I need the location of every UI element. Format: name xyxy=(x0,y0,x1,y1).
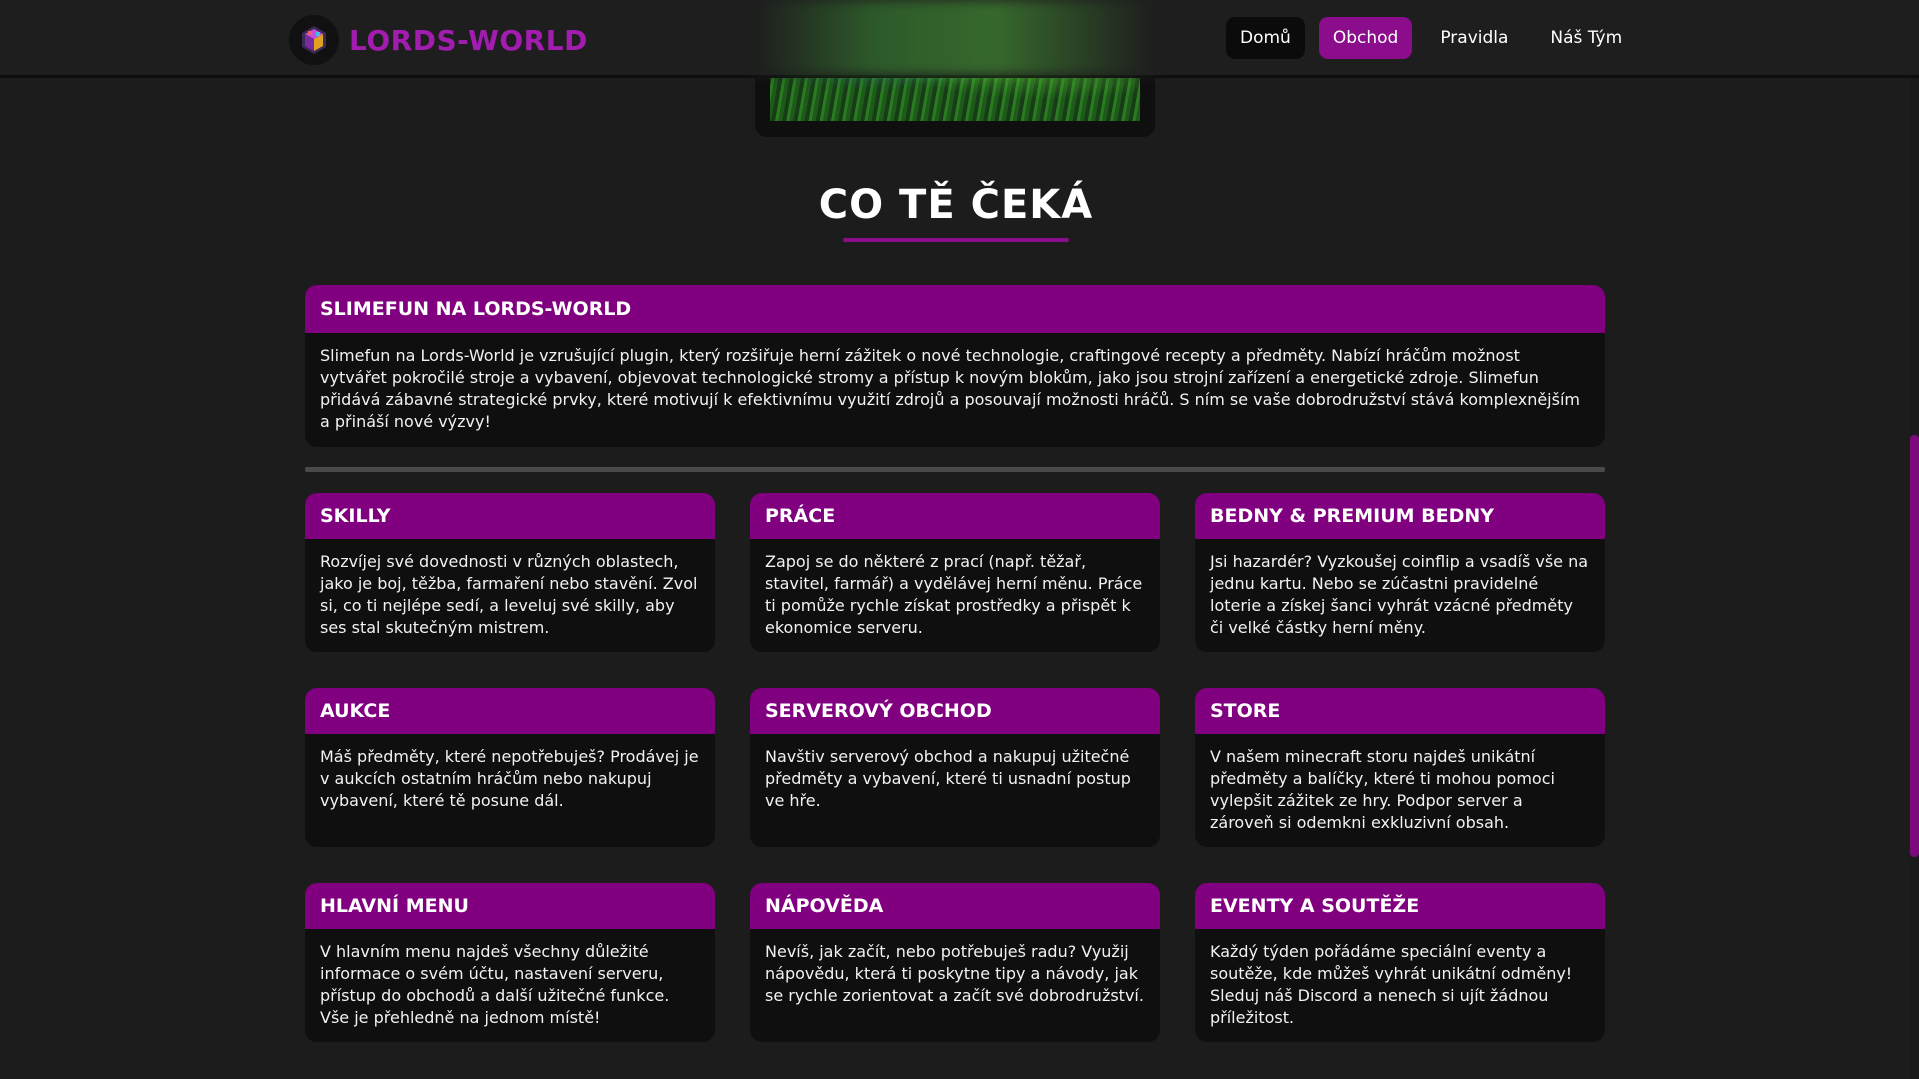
card-text: V hlavním menu najdeš všechny důležité i… xyxy=(320,942,670,1027)
card-text: Slimefun na Lords-World je vzrušující pl… xyxy=(320,346,1580,431)
card-title: EVENTY A SOUTĚŽE xyxy=(1195,883,1605,929)
card-text: Navštiv serverový obchod a nakupuj užite… xyxy=(765,747,1131,810)
card-text: Nevíš, jak začít, nebo potřebuješ radu? … xyxy=(765,942,1144,1005)
card-title: NÁPOVĚDA xyxy=(750,883,1160,929)
section-divider xyxy=(305,467,1605,472)
card-text: Jsi hazardér? Vyzkoušej coinflip a vsadí… xyxy=(1210,552,1589,637)
card-text: Každý týden pořádáme speciální eventy a … xyxy=(1210,942,1573,1027)
nav-shop[interactable]: Obchod xyxy=(1318,17,1413,59)
brand[interactable]: LORDS-WORLD xyxy=(289,15,588,65)
card-text: Zapoj se do některé z prací (např. těžař… xyxy=(765,552,1143,637)
card-text: Máš předměty, které nepotřebuješ? Prodáv… xyxy=(320,747,699,810)
card-title: SERVEROVÝ OBCHOD xyxy=(750,688,1160,734)
feature-card-store: STORE V našem minecraft storu najdeš uni… xyxy=(1195,688,1605,847)
section-title: CO TĚ ČEKÁ xyxy=(818,182,1094,228)
feature-card-slimefun: SLIMEFUN NA LORDS-WORLD Slimefun na Lord… xyxy=(305,285,1605,447)
card-title: SLIMEFUN NA LORDS-WORLD xyxy=(305,285,1605,333)
nav-rules[interactable]: Pravidla xyxy=(1426,17,1522,59)
lords-world-logo-icon xyxy=(289,15,339,65)
scrollbar-thumb[interactable] xyxy=(1910,435,1919,857)
feature-card-aukce: AUKCE Máš předměty, které nepotřebuješ? … xyxy=(305,688,715,847)
nav-home[interactable]: Domů xyxy=(1226,17,1305,59)
card-title: AUKCE xyxy=(305,688,715,734)
nav-team[interactable]: Náš Tým xyxy=(1536,17,1636,59)
feature-card-serverovy-obchod: SERVEROVÝ OBCHOD Navštiv serverový obcho… xyxy=(750,688,1160,847)
feature-card-bedny: BEDNY & PREMIUM BEDNY Jsi hazardér? Vyzk… xyxy=(1195,493,1605,652)
hero-image-overlap xyxy=(755,0,1155,75)
feature-card-eventy: EVENTY A SOUTĚŽE Každý týden pořádáme sp… xyxy=(1195,883,1605,1042)
nav-links: Domů Obchod Pravidla Náš Tým xyxy=(1226,17,1636,59)
card-title: HLAVNÍ MENU xyxy=(305,883,715,929)
title-underline xyxy=(843,238,1069,242)
feature-card-skilly: SKILLY Rozvíjej své dovednosti v různých… xyxy=(305,493,715,652)
card-text: Rozvíjej své dovednosti v různých oblast… xyxy=(320,552,698,637)
brand-name: LORDS-WORLD xyxy=(349,23,588,57)
card-title: PRÁCE xyxy=(750,493,1160,539)
feature-card-hlavni-menu: HLAVNÍ MENU V hlavním menu najdeš všechn… xyxy=(305,883,715,1042)
feature-card-prace: PRÁCE Zapoj se do některé z prací (např.… xyxy=(750,493,1160,652)
card-text: V našem minecraft storu najdeš unikátní … xyxy=(1210,747,1555,832)
card-title: BEDNY & PREMIUM BEDNY xyxy=(1195,493,1605,539)
card-title: SKILLY xyxy=(305,493,715,539)
feature-card-napoveda: NÁPOVĚDA Nevíš, jak začít, nebo potřebuj… xyxy=(750,883,1160,1042)
card-title: STORE xyxy=(1195,688,1605,734)
